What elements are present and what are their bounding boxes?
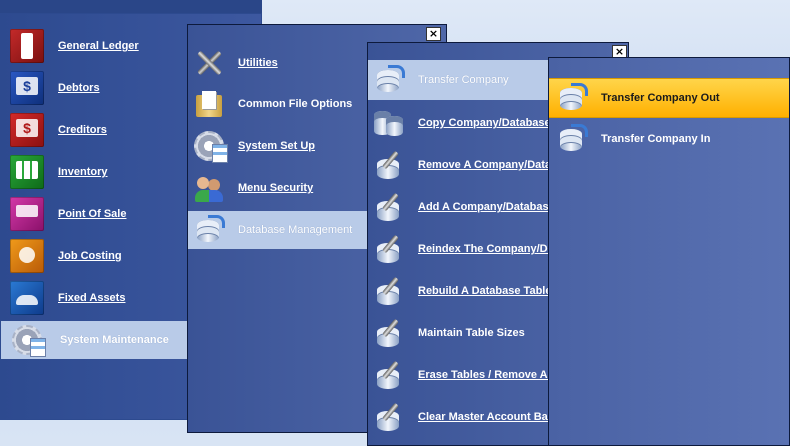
database-wrench-icon: [374, 276, 404, 306]
submenu-item-label: Maintain Table Sizes: [418, 327, 525, 339]
submenu-item-label: Copy Company/Database: [418, 117, 551, 129]
menu-item-label: Point Of Sale: [58, 208, 127, 220]
window-strip: [0, 0, 262, 13]
submenu-item-label: Menu Security: [238, 182, 314, 194]
database-wrench-icon: [374, 192, 404, 222]
database-wrench-icon: [374, 402, 404, 432]
menu-item-label: Fixed Assets: [58, 292, 126, 304]
fixed-assets-icon: [10, 281, 44, 315]
menu-item-label: Creditors: [58, 124, 107, 136]
submenu-item-label: System Set Up: [238, 140, 316, 152]
debtors-icon: [10, 71, 44, 105]
submenu-item-transfer-company-in[interactable]: Transfer Company In: [549, 120, 789, 158]
submenu-item-label: Database Management: [238, 224, 353, 236]
database-icon: [194, 215, 225, 245]
creditors-icon: [10, 113, 44, 147]
submenu-item-label: Rebuild A Database Table: [418, 285, 552, 297]
point-of-sale-icon: [10, 197, 44, 231]
submenu-item-database-management[interactable]: Database Management: [188, 211, 368, 249]
inventory-icon: [10, 155, 44, 189]
job-costing-icon: [10, 239, 44, 273]
settings-gear-icon: [194, 131, 228, 163]
submenu-item-label: Transfer Company Out: [601, 92, 720, 104]
database-wrench-icon: [374, 360, 404, 390]
submenu-item-label: Transfer Company In: [601, 133, 711, 145]
database-transfer-icon: [557, 124, 588, 154]
menu-item-label: Debtors: [58, 82, 100, 94]
folder-icon: [194, 89, 224, 119]
menu-item-label: Inventory: [58, 166, 108, 178]
submenu-item-label: Transfer Company: [418, 74, 509, 86]
tools-icon: [194, 48, 224, 78]
submenu-item-label: Reindex The Company/Data: [418, 243, 564, 255]
users-icon: [194, 173, 224, 203]
database-copy-icon: [374, 108, 404, 138]
submenu-item-label: Common File Options: [238, 98, 353, 110]
close-button[interactable]: ×: [426, 27, 441, 41]
submenu-item-transfer-company[interactable]: Transfer Company: [368, 60, 549, 100]
submenu-item-label: Remove A Company/Databa: [418, 159, 564, 171]
submenu-item-label: Utilities: [238, 57, 278, 69]
system-maintenance-icon: [12, 325, 46, 357]
ledger-icon: [10, 29, 44, 63]
menu-item-label: General Ledger: [58, 40, 139, 52]
menu-item-system-maintenance[interactable]: System Maintenance: [1, 321, 189, 359]
menu-item-label: System Maintenance: [60, 334, 169, 346]
database-transfer-icon: [557, 83, 588, 113]
submenu-item-transfer-company-out[interactable]: Transfer Company Out: [549, 78, 789, 118]
panel-titlebar: ×: [188, 25, 446, 42]
submenu-item-label: Clear Master Account Balan: [418, 411, 564, 423]
transfer-company-panel: Transfer Company Out Transfer Company In: [548, 57, 790, 446]
submenu-item-label: Add A Company/Database: [418, 201, 555, 213]
database-wrench-icon: [374, 234, 404, 264]
database-wrench-icon: [374, 318, 404, 348]
submenu-item-label: Erase Tables / Remove Acc: [418, 369, 560, 381]
database-transfer-icon: [374, 65, 405, 95]
database-wrench-icon: [374, 150, 404, 180]
menu-item-label: Job Costing: [58, 250, 122, 262]
